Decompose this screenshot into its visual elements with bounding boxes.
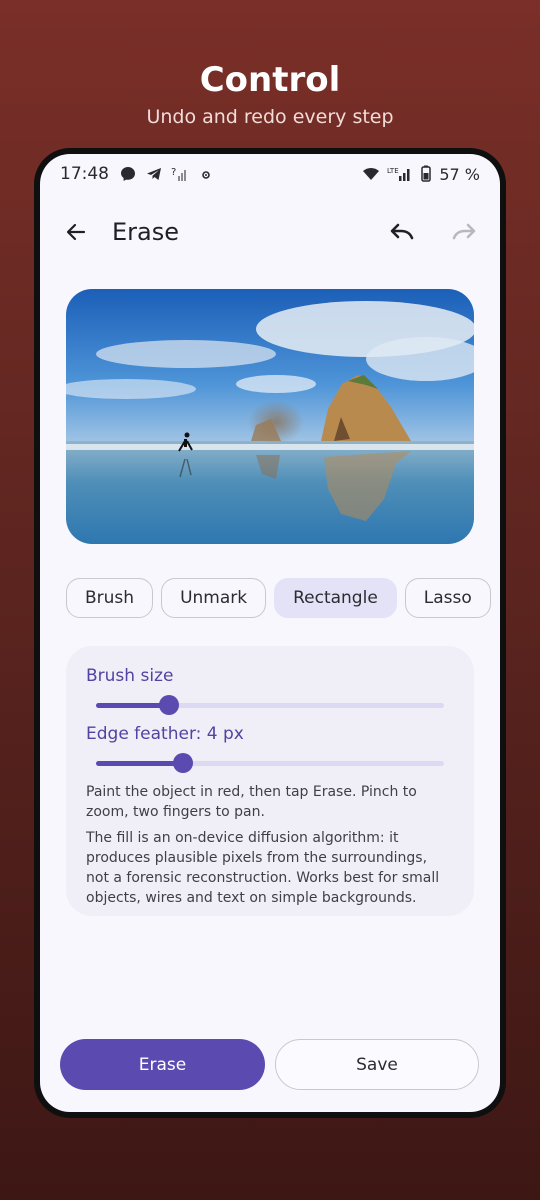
messenger-icon <box>121 167 135 181</box>
hint-text: Paint the object in red, then tap Erase.… <box>86 784 417 820</box>
battery-percent: 57 % <box>439 164 480 184</box>
promo-title: Control <box>199 60 341 100</box>
battery-icon <box>421 165 432 182</box>
back-button[interactable] <box>60 216 92 248</box>
save-button[interactable]: Save <box>275 1039 479 1090</box>
settings-panel: Brush size Edge feather: 4 px Paint the … <box>66 646 474 916</box>
status-time: 17:48 <box>60 164 109 184</box>
note-text: The fill is an on-device diffusion algor… <box>86 830 440 906</box>
slider-fill <box>96 761 183 766</box>
mode-chip-label: Brush <box>85 588 135 608</box>
wifi-icon <box>363 168 380 180</box>
mode-chip-label: Rectangle <box>293 588 378 608</box>
redo-button[interactable] <box>448 216 480 248</box>
mode-chip-unmark[interactable]: Unmark <box>161 578 267 618</box>
status-bar: 17:48 ? LTE 57 % <box>40 154 500 194</box>
notification-icon <box>202 171 210 179</box>
svg-text:LTE: LTE <box>387 167 399 175</box>
top-app-bar: Erase <box>40 206 500 258</box>
telegram-icon <box>147 168 161 180</box>
edge-feather-slider[interactable] <box>96 748 444 778</box>
promo-subtitle: Undo and redo every step <box>146 106 394 128</box>
undo-icon <box>390 223 414 240</box>
edited-photo[interactable] <box>66 289 474 544</box>
mode-chip-label: Unmark <box>180 588 248 608</box>
arrow-back-icon <box>66 223 86 241</box>
mode-chip-rectangle[interactable]: Rectangle <box>274 578 397 618</box>
brush-size-slider[interactable] <box>96 690 444 720</box>
brush-size-label: Brush size <box>86 666 174 686</box>
lte-signal-icon: LTE <box>387 167 410 181</box>
photo-canvas <box>66 289 474 544</box>
slider-thumb[interactable] <box>159 695 180 715</box>
phone-screen: 17:48 ? LTE 57 % Erase Brush Unmark Rect… <box>40 154 500 1112</box>
edge-feather-label: Edge feather: 4 px <box>86 724 244 744</box>
svg-text:?: ? <box>171 167 176 178</box>
screen-title: Erase <box>112 218 180 246</box>
signal-icon: ? <box>171 167 186 181</box>
erase-button[interactable]: Erase <box>60 1039 265 1090</box>
mode-chip-lasso[interactable]: Lasso <box>404 578 491 618</box>
mode-chip-brush[interactable]: Brush <box>66 578 154 618</box>
mode-chip-row: Brush Unmark Rectangle Lasso <box>66 578 500 620</box>
mode-chip-label: Lasso <box>423 588 472 608</box>
slider-thumb[interactable] <box>173 753 193 773</box>
undo-button[interactable] <box>386 216 418 248</box>
redo-icon <box>452 223 476 240</box>
